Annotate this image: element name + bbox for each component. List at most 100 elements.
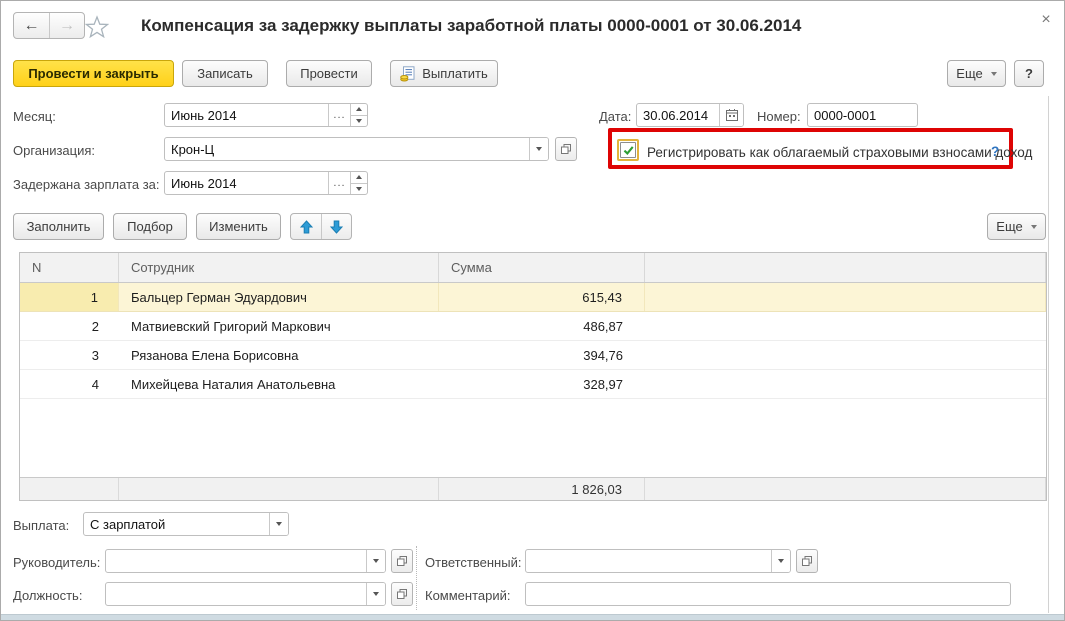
register-insurance-label[interactable]: Регистрировать как облагаемый страховыми… bbox=[647, 145, 1032, 160]
cell-n: 3 bbox=[20, 341, 119, 369]
month-choose-button[interactable]: ... bbox=[328, 104, 350, 126]
column-header-employee[interactable]: Сотрудник bbox=[119, 253, 439, 282]
responsible-field-group bbox=[525, 549, 791, 573]
cell-employee: Бальцер Герман Эдуардович bbox=[119, 283, 439, 311]
cell-n: 4 bbox=[20, 370, 119, 398]
position-input[interactable] bbox=[106, 583, 366, 605]
footer-employee bbox=[119, 478, 439, 500]
responsible-open-button[interactable] bbox=[796, 549, 818, 573]
month-label: Месяц: bbox=[13, 109, 56, 124]
open-in-form-icon bbox=[396, 588, 408, 600]
position-dropdown-icon[interactable] bbox=[366, 583, 385, 605]
table-more-button[interactable]: Еще bbox=[987, 213, 1046, 240]
organization-input[interactable] bbox=[165, 138, 529, 160]
payment-field-group bbox=[83, 512, 289, 536]
cell-employee: Михейцева Наталия Анатольевна bbox=[119, 370, 439, 398]
column-header-amount[interactable]: Сумма bbox=[439, 253, 645, 282]
number-label: Номер: bbox=[757, 109, 801, 124]
move-row-buttons bbox=[290, 213, 352, 240]
table-footer-row: 1 826,03 bbox=[20, 477, 1046, 500]
position-open-button[interactable] bbox=[391, 582, 413, 606]
comment-input[interactable] bbox=[525, 582, 1011, 606]
post-button[interactable]: Провести bbox=[286, 60, 372, 87]
column-header-empty bbox=[645, 253, 1046, 282]
spin-up-icon[interactable] bbox=[351, 104, 367, 115]
table-row[interactable]: 4 Михейцева Наталия Анатольевна 328,97 bbox=[20, 370, 1046, 399]
delayed-salary-choose-button[interactable]: ... bbox=[328, 172, 350, 194]
month-input[interactable] bbox=[165, 104, 328, 126]
payment-label: Выплата: bbox=[13, 518, 69, 533]
document-window: ← → Компенсация за задержку выплаты зара… bbox=[0, 0, 1065, 621]
back-button[interactable]: ← bbox=[14, 13, 49, 38]
page-title: Компенсация за задержку выплаты заработн… bbox=[141, 16, 801, 36]
cell-amount: 328,97 bbox=[439, 370, 645, 398]
manager-label: Руководитель: bbox=[13, 555, 100, 570]
manager-field-group bbox=[105, 549, 386, 573]
responsible-label: Ответственный: bbox=[425, 555, 521, 570]
forward-button[interactable]: → bbox=[49, 13, 84, 38]
responsible-input[interactable] bbox=[526, 550, 771, 572]
table-row[interactable]: 1 Бальцер Герман Эдуардович 615,43 bbox=[20, 283, 1046, 312]
favorite-star-icon[interactable] bbox=[85, 15, 109, 41]
calendar-icon[interactable] bbox=[719, 104, 743, 126]
cell-n: 1 bbox=[20, 283, 119, 311]
position-label: Должность: bbox=[13, 588, 82, 603]
more-button[interactable]: Еще bbox=[947, 60, 1006, 87]
cell-empty bbox=[645, 370, 1046, 398]
organization-open-button[interactable] bbox=[555, 137, 577, 161]
help-button[interactable]: ? bbox=[1014, 60, 1044, 87]
payment-dropdown-icon[interactable] bbox=[269, 513, 288, 535]
open-in-form-icon bbox=[396, 555, 408, 567]
column-separator bbox=[416, 546, 417, 610]
cell-employee: Рязанова Елена Борисовна bbox=[119, 341, 439, 369]
spin-down-icon[interactable] bbox=[351, 115, 367, 127]
pick-button[interactable]: Подбор bbox=[113, 213, 187, 240]
spin-up-icon[interactable] bbox=[351, 172, 367, 183]
pay-document-coins-icon bbox=[400, 66, 416, 82]
payment-select[interactable] bbox=[84, 513, 269, 535]
column-header-n[interactable]: N bbox=[20, 253, 119, 282]
cell-amount: 394,76 bbox=[439, 341, 645, 369]
open-in-form-icon bbox=[560, 143, 572, 155]
post-and-close-button[interactable]: Провести и закрыть bbox=[13, 60, 174, 87]
organization-dropdown-icon[interactable] bbox=[529, 138, 548, 160]
organization-label: Организация: bbox=[13, 143, 95, 158]
date-label: Дата: bbox=[599, 109, 631, 124]
close-icon[interactable]: × bbox=[1035, 9, 1057, 31]
arrow-down-icon bbox=[330, 220, 343, 234]
register-insurance-checkbox[interactable] bbox=[617, 139, 639, 161]
manager-dropdown-icon[interactable] bbox=[366, 550, 385, 572]
fill-button[interactable]: Заполнить bbox=[13, 213, 104, 240]
month-spinner bbox=[350, 104, 367, 126]
cell-employee: Матвиевский Григорий Маркович bbox=[119, 312, 439, 340]
checkmark-icon bbox=[622, 144, 635, 157]
manager-input[interactable] bbox=[106, 550, 366, 572]
edit-button[interactable]: Изменить bbox=[196, 213, 281, 240]
footer-n bbox=[20, 478, 119, 500]
save-button[interactable]: Записать bbox=[182, 60, 268, 87]
chevron-down-icon bbox=[1031, 225, 1037, 229]
manager-open-button[interactable] bbox=[391, 549, 413, 573]
move-up-button[interactable] bbox=[291, 214, 321, 239]
responsible-dropdown-icon[interactable] bbox=[771, 550, 790, 572]
spin-down-icon[interactable] bbox=[351, 183, 367, 195]
move-down-button[interactable] bbox=[321, 214, 351, 239]
delayed-salary-input[interactable] bbox=[165, 172, 328, 194]
employees-table: N Сотрудник Сумма 1 Бальцер Герман Эдуар… bbox=[19, 252, 1047, 501]
date-input[interactable] bbox=[637, 104, 719, 126]
table-header-row: N Сотрудник Сумма bbox=[20, 253, 1046, 283]
delayed-salary-label: Задержана зарплата за: bbox=[13, 177, 160, 192]
cell-empty bbox=[645, 341, 1046, 369]
delayed-salary-spinner bbox=[350, 172, 367, 194]
cell-amount: 615,43 bbox=[439, 283, 645, 311]
table-row[interactable]: 2 Матвиевский Григорий Маркович 486,87 bbox=[20, 312, 1046, 341]
number-input[interactable] bbox=[807, 103, 918, 127]
table-row[interactable]: 3 Рязанова Елена Борисовна 394,76 bbox=[20, 341, 1046, 370]
footer-empty bbox=[645, 478, 1046, 500]
register-insurance-help-link[interactable]: ? bbox=[991, 144, 999, 159]
content-right-border bbox=[1048, 96, 1049, 613]
open-in-form-icon bbox=[801, 555, 813, 567]
pay-button[interactable]: Выплатить bbox=[390, 60, 498, 87]
window-bottom-edge bbox=[1, 614, 1064, 620]
position-field-group bbox=[105, 582, 386, 606]
